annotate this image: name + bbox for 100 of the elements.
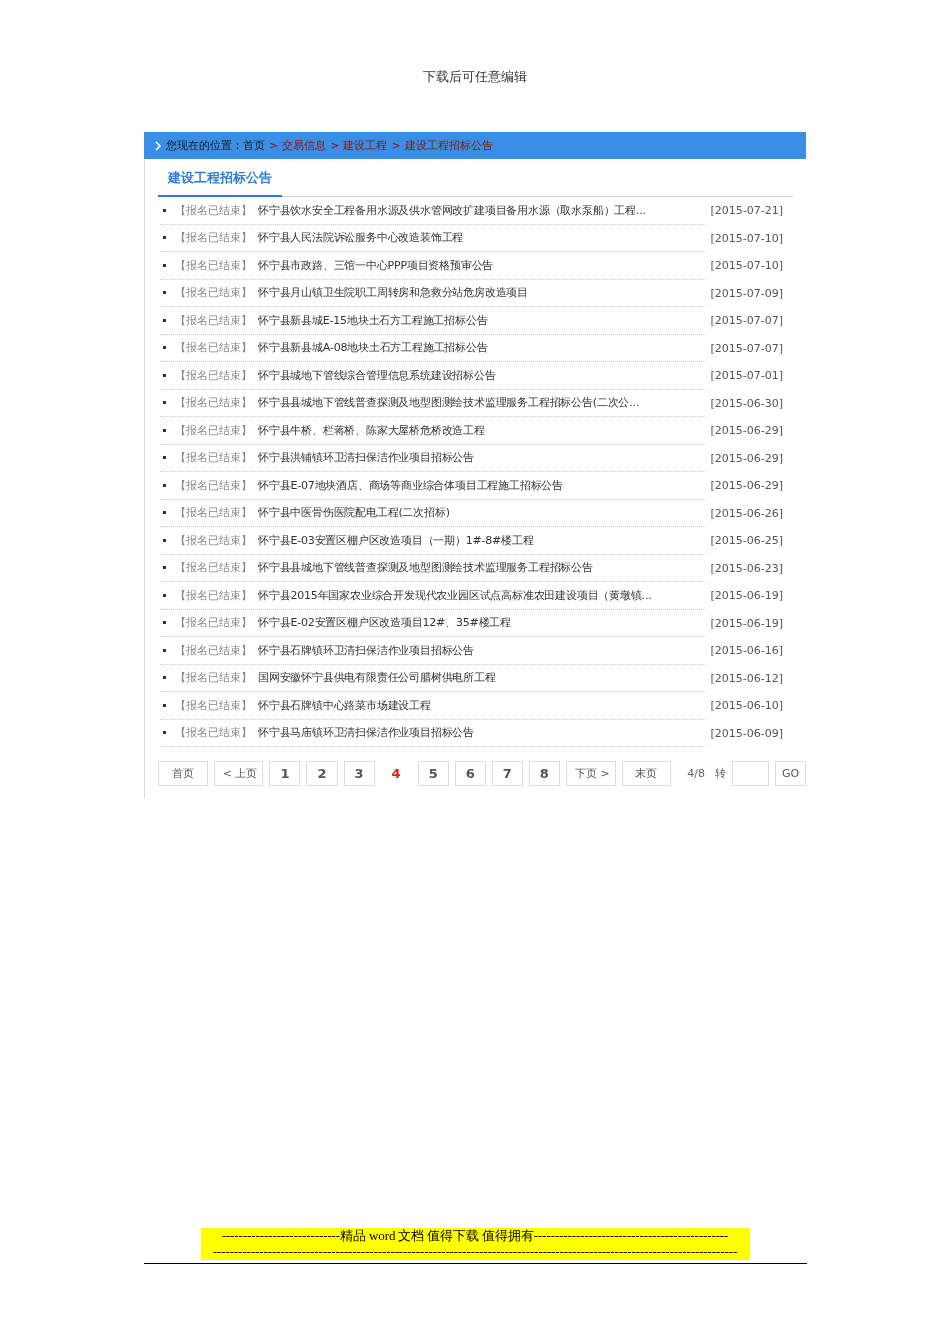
bullet-icon [163,428,166,432]
notice-date: [2015-07-10] [710,231,784,245]
notice-link[interactable]: 国网安徽怀宁县供电有限责任公司腊树供电所工程 [258,670,496,686]
status-label: 【报名已结束】 [175,477,252,493]
bullet-icon [163,373,166,377]
notice-date: [2015-07-10] [710,259,784,273]
status-label: 【报名已结束】 [175,395,252,411]
status-label: 【报名已结束】 [175,285,252,301]
notice-link[interactable]: 怀宁县饮水安全工程备用水源及供水管网改扩建项目备用水源（取水泵船）工程... [258,202,646,218]
status-label: 【报名已结束】 [175,560,252,576]
chevron-icon [154,140,162,151]
notice-link[interactable]: 怀宁县牛桥、栏蒋桥、陈家大屋桥危桥改造工程 [258,422,485,438]
notice-date: [2015-06-29] [710,479,784,493]
page-count: 4/8 [687,767,705,780]
notice-link[interactable]: 怀宁县石牌镇环卫清扫保洁作业项目招标公告 [258,642,474,658]
notice-date: [2015-06-19] [710,616,784,630]
status-label: 【报名已结束】 [175,340,252,356]
bullet-icon [163,236,166,240]
status-label: 【报名已结束】 [175,367,252,383]
bullet-icon [163,621,166,625]
bullet-icon [163,291,166,295]
notice-link[interactable]: 怀宁县E-02安置区棚户区改造项目12#、35#楼工程 [258,615,511,631]
status-label: 【报名已结束】 [175,615,252,631]
first-page-button[interactable]: 首页 [158,761,208,786]
page-number-button[interactable]: 8 [528,761,560,786]
notice-date: [2015-06-29] [710,424,784,438]
page-number-button[interactable]: 1 [269,761,301,786]
section-tab[interactable]: 建设工程招标公告 [158,159,282,197]
bullet-icon [163,456,166,460]
bullet-icon [163,263,166,267]
status-label: 【报名已结束】 [175,532,252,548]
bullet-icon [163,538,166,542]
last-page-button[interactable]: 末页 [621,761,672,786]
notice-date: [2015-07-07] [710,341,784,355]
notice-link[interactable]: 怀宁县2015年国家农业综合开发现代农业园区试点高标准农田建设项目（黄墩镇... [258,587,652,603]
notice-date: [2015-06-26] [710,506,784,520]
notice-link[interactable]: 怀宁县石牌镇中心路菜市场建设工程 [258,697,431,713]
notice-link[interactable]: 怀宁县市政路、三馆一中心PPP项目资格预审公告 [258,257,494,273]
notice-date: [2015-06-25] [710,534,784,548]
bullet-icon [163,208,166,212]
bullet-icon [163,648,166,652]
next-page-button[interactable]: 下页 > [565,761,616,786]
status-label: 【报名已结束】 [175,725,252,741]
notice-date: [2015-07-07] [710,314,784,328]
notice-link[interactable]: 怀宁县马庙镇环卫清扫保洁作业项目招标公告 [258,725,474,741]
notice-link[interactable]: 怀宁县人民法院诉讼服务中心改造装饰工程 [258,230,464,246]
notice-link[interactable]: 怀宁县中医骨伤医院配电工程(二次招标) [258,505,450,521]
notice-date: [2015-06-16] [710,644,784,658]
page-number-button[interactable]: 2 [306,761,338,786]
bullet-icon [163,401,166,405]
breadcrumb-separator: > [391,139,401,152]
notice-link[interactable]: 怀宁县县城地下管线普查探测及地型图测绘技术监理服务工程招标公告 [258,560,593,576]
bullet-icon [163,566,166,570]
bullet-icon [163,703,166,707]
bullet-icon [163,318,166,322]
breadcrumb-separator: > [330,139,340,152]
page-number-button[interactable]: 5 [417,761,449,786]
document-header-text: 下载后可任意编辑 [423,68,527,86]
notice-link[interactable]: 怀宁县县城地下管线普查探测及地型图测绘技术监理服务工程招标公告(二次公... [258,395,640,411]
notice-date: [2015-07-21] [710,204,784,218]
status-label: 【报名已结束】 [175,642,252,658]
notice-link[interactable]: 怀宁县E-07地块酒店、商场等商业综合体项目工程施工招标公告 [258,477,563,493]
notice-date: [2015-06-30] [710,396,784,410]
notice-date: [2015-06-23] [710,561,784,575]
breadcrumb-location: 您现在的位置：首页 [166,138,265,153]
goto-label: 转 [715,766,726,781]
notice-link[interactable]: 怀宁县城地下管线综合管理信息系统建设招标公告 [258,367,496,383]
status-label: 【报名已结束】 [175,587,252,603]
notice-link[interactable]: 怀宁县洪铺镇环卫清扫保洁作业项目招标公告 [258,450,474,466]
go-button[interactable]: GO [775,761,806,786]
bullet-icon [163,676,166,680]
bullet-icon [163,593,166,597]
bullet-icon [163,346,166,350]
notice-link[interactable]: 怀宁县新县城E-15地块土石方工程施工招标公告 [258,312,488,328]
bullet-icon [163,511,166,515]
notice-link[interactable]: 怀宁县E-03安置区棚户区改造项目（一期）1#-8#楼工程 [258,532,534,548]
page-number-button[interactable]: 3 [343,761,375,786]
notice-link[interactable]: 怀宁县新县城A-08地块土石方工程施工招标公告 [258,340,488,356]
notice-date: [2015-06-19] [710,589,784,603]
status-label: 【报名已结束】 [175,257,252,273]
status-label: 【报名已结束】 [175,230,252,246]
notice-date: [2015-07-09] [710,286,784,300]
page-input-field[interactable] [732,761,769,786]
page-number-button[interactable]: 7 [491,761,523,786]
previous-page-button[interactable]: < 上页 [213,761,264,786]
breadcrumb-separator: > [269,139,279,152]
bullet-icon [163,731,166,735]
status-label: 【报名已结束】 [175,202,252,218]
bullet-icon [163,483,166,487]
status-label: 【报名已结束】 [175,505,252,521]
status-label: 【报名已结束】 [175,422,252,438]
status-label: 【报名已结束】 [175,312,252,328]
notice-date: [2015-06-12] [710,671,784,685]
notice-date: [2015-07-01] [710,369,784,383]
page-number-button[interactable]: 6 [454,761,486,786]
notice-date: [2015-06-10] [710,699,784,713]
notice-link[interactable]: 怀宁县月山镇卫生院职工周转房和急救分站危房改造项目 [258,285,528,301]
status-label: 【报名已结束】 [175,670,252,686]
status-label: 【报名已结束】 [175,450,252,466]
promo-text: ----------------------------精品 word 文档 值得下载 值得拥有---------------------------------------------- [220,1228,730,1244]
